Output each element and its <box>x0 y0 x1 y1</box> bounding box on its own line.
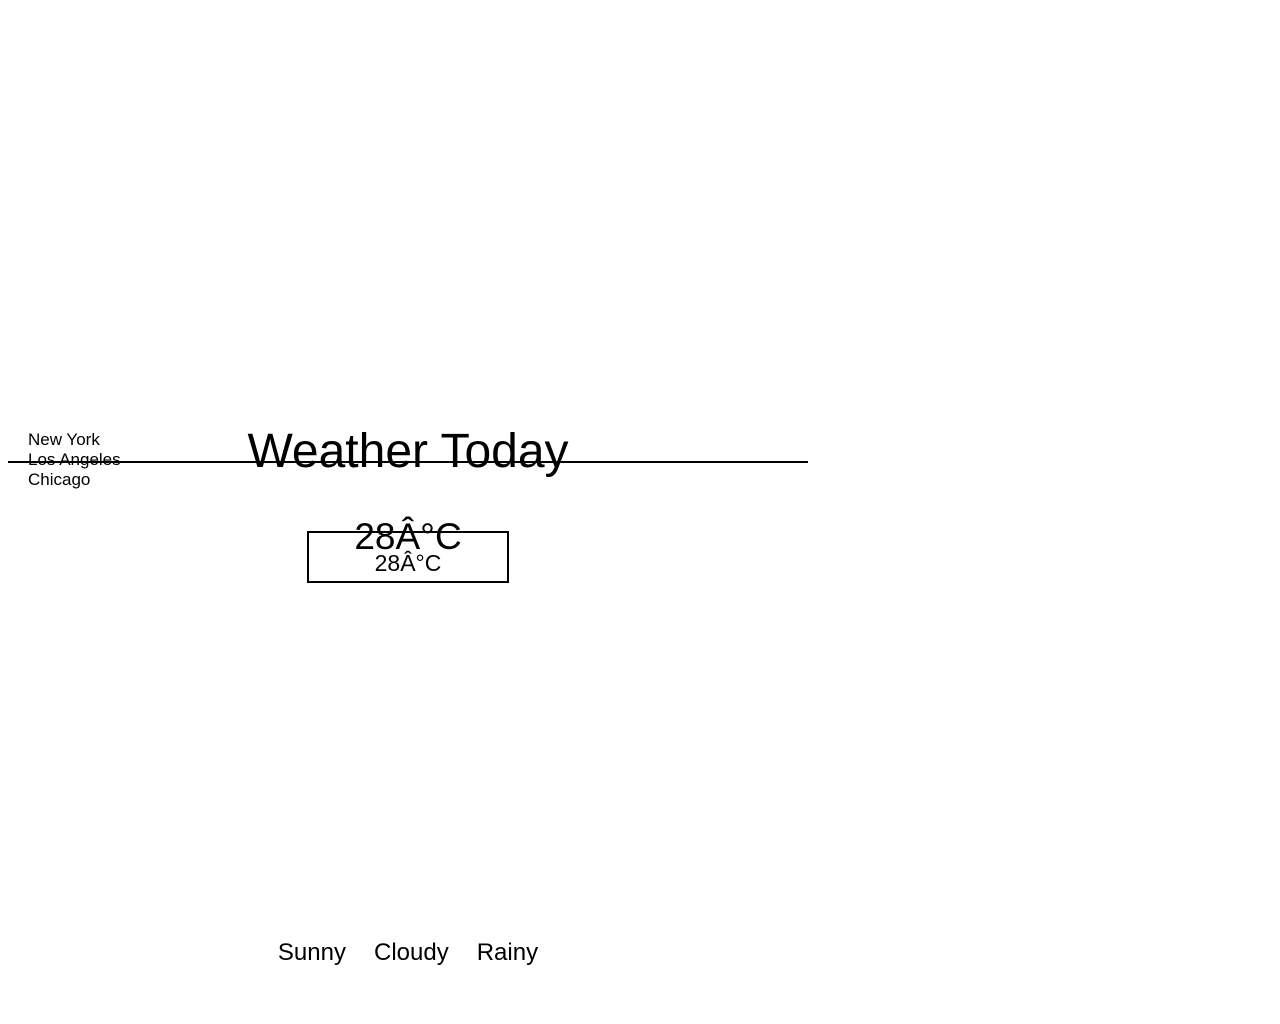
conditions-list: Sunny Cloudy Rainy <box>8 937 808 969</box>
weather-page: New York Los Angeles Chicago Weather Tod… <box>0 0 1280 1024</box>
condition-rainy[interactable]: Rainy <box>477 937 538 969</box>
condition-sunny[interactable]: Sunny <box>278 937 346 969</box>
page-title: Weather Today <box>247 425 569 478</box>
temperature-box-value: 28Â°C <box>374 550 442 576</box>
condition-cloudy[interactable]: Cloudy <box>374 937 449 969</box>
